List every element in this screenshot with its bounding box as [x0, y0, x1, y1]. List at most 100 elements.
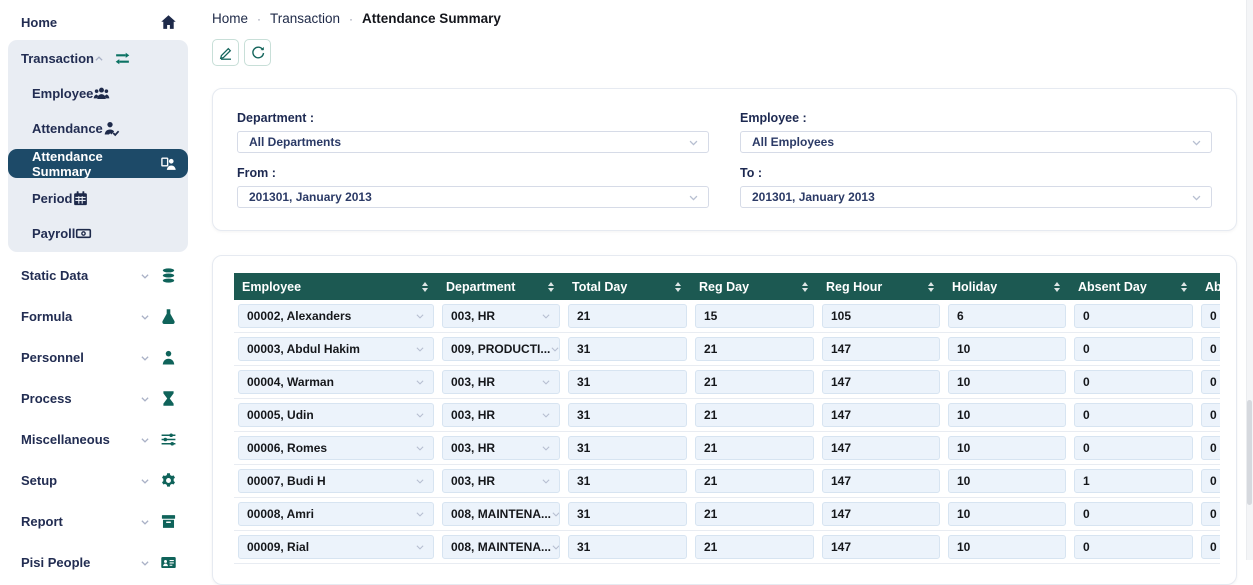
sidebar-item-payroll[interactable]: Payroll	[8, 216, 188, 251]
reg-day-cell-input[interactable]: 21	[695, 337, 814, 361]
holiday-cell-input[interactable]: 10	[948, 337, 1066, 361]
employee-cell-select[interactable]: 00004, Warman	[238, 370, 434, 394]
total-day-cell-input[interactable]: 31	[568, 535, 687, 559]
reg-day-cell-input[interactable]: 21	[695, 370, 814, 394]
abs-cell-input[interactable]: 0	[1201, 502, 1220, 526]
reg-hour-cell-input[interactable]: 147	[822, 370, 940, 394]
reg-day-cell-input[interactable]: 21	[695, 502, 814, 526]
abs-cell-input[interactable]: 0	[1201, 337, 1220, 361]
breadcrumb-home-link[interactable]: Home	[212, 11, 248, 26]
reg-day-cell-input[interactable]: 21	[695, 535, 814, 559]
department-filter-select[interactable]: All Departments	[237, 131, 709, 153]
holiday-cell-input[interactable]: 6	[948, 304, 1066, 328]
total-day-cell-input[interactable]: 31	[568, 469, 687, 493]
department-cell-select[interactable]: 003, HR	[442, 370, 560, 394]
department-cell-select[interactable]: 003, HR	[442, 469, 560, 493]
sidebar-group-personnel[interactable]: Personnel	[8, 340, 188, 375]
sidebar-item-home[interactable]: Home	[8, 6, 188, 38]
reg-day-cell-input[interactable]: 21	[695, 436, 814, 460]
sidebar-item-employee[interactable]: Employee	[8, 76, 188, 111]
column-header-absent-day[interactable]: Absent Day	[1070, 273, 1197, 300]
employee-cell-select[interactable]: 00002, Alexanders	[238, 304, 434, 328]
department-cell-select[interactable]: 003, HR	[442, 304, 560, 328]
breadcrumb-transaction-link[interactable]: Transaction	[270, 11, 340, 26]
holiday-cell-input[interactable]: 10	[948, 469, 1066, 493]
sidebar-item-attendance-summary[interactable]: Attendance Summary	[8, 149, 188, 178]
column-header-holiday[interactable]: Holiday	[944, 273, 1070, 300]
absent-day-cell-input[interactable]: 0	[1074, 370, 1193, 394]
sidebar-group-pisi-people[interactable]: Pisi People	[8, 545, 188, 580]
abs-cell-input[interactable]: 0	[1201, 535, 1220, 559]
absent-day-cell-input[interactable]: 0	[1074, 436, 1193, 460]
sidebar-group-process[interactable]: Process	[8, 381, 188, 416]
sidebar-item-label: Attendance	[32, 121, 103, 136]
column-header-abs[interactable]: Abs	[1197, 273, 1220, 300]
holiday-cell-input[interactable]: 10	[948, 403, 1066, 427]
reg-day-cell-input[interactable]: 21	[695, 403, 814, 427]
from-filter-select[interactable]: 201301, January 2013	[237, 186, 709, 208]
reg-hour-cell-input[interactable]: 147	[822, 502, 940, 526]
reg-hour-cell-input[interactable]: 147	[822, 337, 940, 361]
reg-hour-cell-input[interactable]: 147	[822, 535, 940, 559]
page-scrollbar-thumb[interactable]	[1247, 400, 1252, 505]
sort-icon	[1054, 282, 1060, 292]
column-header-reg-hour[interactable]: Reg Hour	[818, 273, 944, 300]
absent-day-cell-input[interactable]: 0	[1074, 535, 1193, 559]
column-header-total-day[interactable]: Total Day	[564, 273, 691, 300]
abs-cell-input[interactable]: 0	[1201, 304, 1220, 328]
column-header-department[interactable]: Department	[438, 273, 564, 300]
employee-cell-select[interactable]: 00006, Romes	[238, 436, 434, 460]
reg-day-cell-input[interactable]: 15	[695, 304, 814, 328]
abs-cell-input[interactable]: 0	[1201, 403, 1220, 427]
holiday-cell-input[interactable]: 10	[948, 436, 1066, 460]
employee-filter-select[interactable]: All Employees	[740, 131, 1212, 153]
total-day-cell-input[interactable]: 31	[568, 403, 687, 427]
total-day-cell-input[interactable]: 31	[568, 337, 687, 361]
department-cell-select[interactable]: 003, HR	[442, 436, 560, 460]
absent-day-cell-input[interactable]: 0	[1074, 403, 1193, 427]
employee-cell-select[interactable]: 00005, Udin	[238, 403, 434, 427]
edit-button[interactable]	[212, 39, 239, 66]
total-day-cell-input[interactable]: 31	[568, 370, 687, 394]
reg-hour-cell-input[interactable]: 105	[822, 304, 940, 328]
reg-hour-cell-input[interactable]: 147	[822, 403, 940, 427]
absent-day-cell-input[interactable]: 0	[1074, 502, 1193, 526]
abs-cell-input[interactable]: 0	[1201, 370, 1220, 394]
sidebar-group-miscellaneous[interactable]: Miscellaneous	[8, 422, 188, 457]
department-cell-select[interactable]: 009, PRODUCTI...	[442, 337, 560, 361]
abs-cell-input[interactable]: 0	[1201, 469, 1220, 493]
reg-day-cell-input[interactable]: 21	[695, 469, 814, 493]
holiday-cell-input[interactable]: 10	[948, 502, 1066, 526]
reg-hour-cell-input[interactable]: 147	[822, 469, 940, 493]
sidebar-group-report[interactable]: Report	[8, 504, 188, 539]
refresh-button[interactable]	[244, 39, 271, 66]
absent-day-cell-input[interactable]: 1	[1074, 469, 1193, 493]
sidebar-group-static-data[interactable]: Static Data	[8, 258, 188, 293]
page-scrollbar-track[interactable]	[1246, 0, 1253, 560]
absent-day-cell-input[interactable]: 0	[1074, 304, 1193, 328]
department-cell-select[interactable]: 003, HR	[442, 403, 560, 427]
absent-day-cell-input[interactable]: 0	[1074, 337, 1193, 361]
department-cell-select[interactable]: 008, MAINTENA...	[442, 502, 560, 526]
from-filter-label: From :	[237, 166, 709, 180]
to-filter-select[interactable]: 201301, January 2013	[740, 186, 1212, 208]
sidebar-group-setup[interactable]: Setup	[8, 463, 188, 498]
column-header-reg-day[interactable]: Reg Day	[691, 273, 818, 300]
reg-hour-cell-input[interactable]: 147	[822, 436, 940, 460]
sidebar-item-period[interactable]: Period	[8, 181, 188, 216]
sidebar-group-transaction[interactable]: Transaction	[8, 41, 188, 76]
employee-cell-select[interactable]: 00003, Abdul Hakim	[238, 337, 434, 361]
sidebar-item-attendance[interactable]: Attendance	[8, 111, 188, 146]
employee-cell-select[interactable]: 00009, Rial	[238, 535, 434, 559]
holiday-cell-input[interactable]: 10	[948, 370, 1066, 394]
department-cell-select[interactable]: 008, MAINTENA...	[442, 535, 560, 559]
employee-cell-select[interactable]: 00008, Amri	[238, 502, 434, 526]
abs-cell-input[interactable]: 0	[1201, 436, 1220, 460]
holiday-cell-input[interactable]: 10	[948, 535, 1066, 559]
employee-cell-select[interactable]: 00007, Budi H	[238, 469, 434, 493]
sidebar-group-formula[interactable]: Formula	[8, 299, 188, 334]
column-header-employee[interactable]: Employee	[234, 273, 438, 300]
total-day-cell-input[interactable]: 31	[568, 502, 687, 526]
total-day-cell-input[interactable]: 31	[568, 436, 687, 460]
total-day-cell-input[interactable]: 21	[568, 304, 687, 328]
